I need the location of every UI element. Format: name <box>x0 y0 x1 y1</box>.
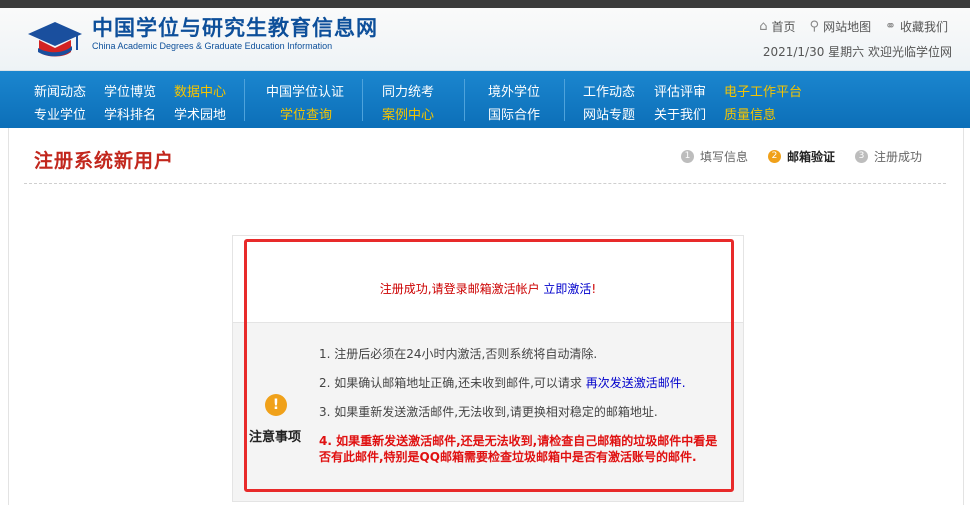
nav-professional-degree[interactable]: 专业学位 <box>34 104 86 123</box>
note-2-text: 2. 如果确认邮箱地址正确,还未收到邮件,可以请求 <box>319 376 586 390</box>
page-title: 注册系统新用户 <box>34 150 175 172</box>
nav-divider <box>244 79 245 121</box>
notice-label: 注意事项 <box>249 430 302 445</box>
step-fill-info: 1 填写信息 <box>680 148 748 165</box>
exclaim-mark: ! <box>591 282 597 296</box>
nav-topics[interactable]: 网站专题 <box>583 104 635 123</box>
bookmark-link-label: 收藏我们 <box>899 20 948 34</box>
step-label: 注册成功 <box>873 150 922 164</box>
nav-about[interactable]: 关于我们 <box>654 104 706 123</box>
success-text: 注册成功,请登录邮箱激活帐户 <box>379 282 540 296</box>
nav-data-center[interactable]: 数据中心 <box>174 81 226 100</box>
nav-degree-query[interactable]: 学位查询 <box>280 104 332 123</box>
nav-e-platform[interactable]: 电子工作平台 <box>724 81 802 100</box>
nav-quality-info[interactable]: 质量信息 <box>724 104 776 123</box>
note-4: 4. 如果重新发送激活邮件,还是无法收到,请检查自己邮箱的垃圾邮件中看是否有此邮… <box>319 434 718 464</box>
sitemap-link[interactable]: ⚲ 网站地图 <box>810 18 872 35</box>
nav-divider <box>564 79 565 121</box>
nav-intl-coop[interactable]: 国际合作 <box>488 104 540 123</box>
nav-degree-cert[interactable]: 中国学位认证 <box>266 81 344 100</box>
registration-steps: 1 填写信息 2 邮箱验证 3 注册成功 <box>680 148 922 165</box>
main-nav: 新闻动态 学位博览 数据中心 中国学位认证 同力统考 境外学位 工作动态 评估评… <box>0 71 970 128</box>
step-email-verify: 2 邮箱验证 <box>767 148 835 165</box>
activate-now-link[interactable]: 立即激活 <box>543 282 591 296</box>
step-label: 邮箱验证 <box>786 150 835 164</box>
title-divider <box>24 183 946 184</box>
site-subtitle: China Academic Degrees & Graduate Educat… <box>92 41 333 51</box>
nav-discipline-rank[interactable]: 学科排名 <box>104 104 156 123</box>
link-icon: ⚭ <box>885 19 896 34</box>
nav-academic-garden[interactable]: 学术园地 <box>174 104 226 123</box>
nav-unified-exam[interactable]: 同力统考 <box>382 81 434 100</box>
home-link[interactable]: ⌂ 首页 <box>759 18 795 35</box>
nav-work-news[interactable]: 工作动态 <box>583 81 635 100</box>
site-header: 中国学位与研究生教育信息网 China Academic Degrees & G… <box>0 8 970 71</box>
graduation-cap-logo-icon[interactable] <box>24 18 86 66</box>
step-number: 1 <box>680 150 694 163</box>
step-success: 3 注册成功 <box>854 148 922 165</box>
note-1: 1. 注册后必须在24小时内激活,否则系统将自动清除. <box>319 347 598 361</box>
verification-panel: 注册成功,请登录邮箱激活帐户 立即激活! ! 注意事项 1. 注册后必须在24小… <box>232 235 744 502</box>
home-icon: ⌂ <box>759 19 768 34</box>
site-title[interactable]: 中国学位与研究生教育信息网 <box>92 12 378 42</box>
nav-divider <box>362 79 363 121</box>
note-3: 3. 如果重新发送激活邮件,无法收到,请更换相对稳定的邮箱地址. <box>319 405 658 419</box>
success-section: 注册成功,请登录邮箱激活帐户 立即激活! <box>233 236 743 323</box>
step-number: 2 <box>767 150 781 163</box>
nav-evaluation[interactable]: 评估评审 <box>654 81 706 100</box>
nav-overseas-degree[interactable]: 境外学位 <box>488 81 540 100</box>
top-bar <box>0 0 970 8</box>
step-number: 3 <box>854 150 868 163</box>
nav-case-center[interactable]: 案例中心 <box>382 104 434 123</box>
bookmark-link[interactable]: ⚭ 收藏我们 <box>885 18 948 35</box>
nav-divider <box>464 79 465 121</box>
warning-icon: ! <box>265 394 287 416</box>
note-2: 2. 如果确认邮箱地址正确,还未收到邮件,可以请求 再次发送激活邮件. <box>319 375 729 391</box>
notes-list: 1. 注册后必须在24小时内激活,否则系统将自动清除. 2. 如果确认邮箱地址正… <box>319 346 729 478</box>
nav-degree-expo[interactable]: 学位博览 <box>104 81 156 100</box>
step-label: 填写信息 <box>699 150 748 164</box>
date-welcome: 2021/1/30 星期六 欢迎光临学位网 <box>762 45 952 59</box>
home-link-label: 首页 <box>771 20 796 34</box>
resend-activation-link[interactable]: 再次发送激活邮件. <box>586 376 686 390</box>
success-message: 注册成功,请登录邮箱激活帐户 立即激活! <box>233 280 743 297</box>
nav-news[interactable]: 新闻动态 <box>34 81 86 100</box>
map-pin-icon: ⚲ <box>809 19 820 34</box>
sitemap-link-label: 网站地图 <box>823 20 872 34</box>
utility-links: ⌂ 首页 ⚲ 网站地图 ⚭ 收藏我们 <box>759 18 948 35</box>
